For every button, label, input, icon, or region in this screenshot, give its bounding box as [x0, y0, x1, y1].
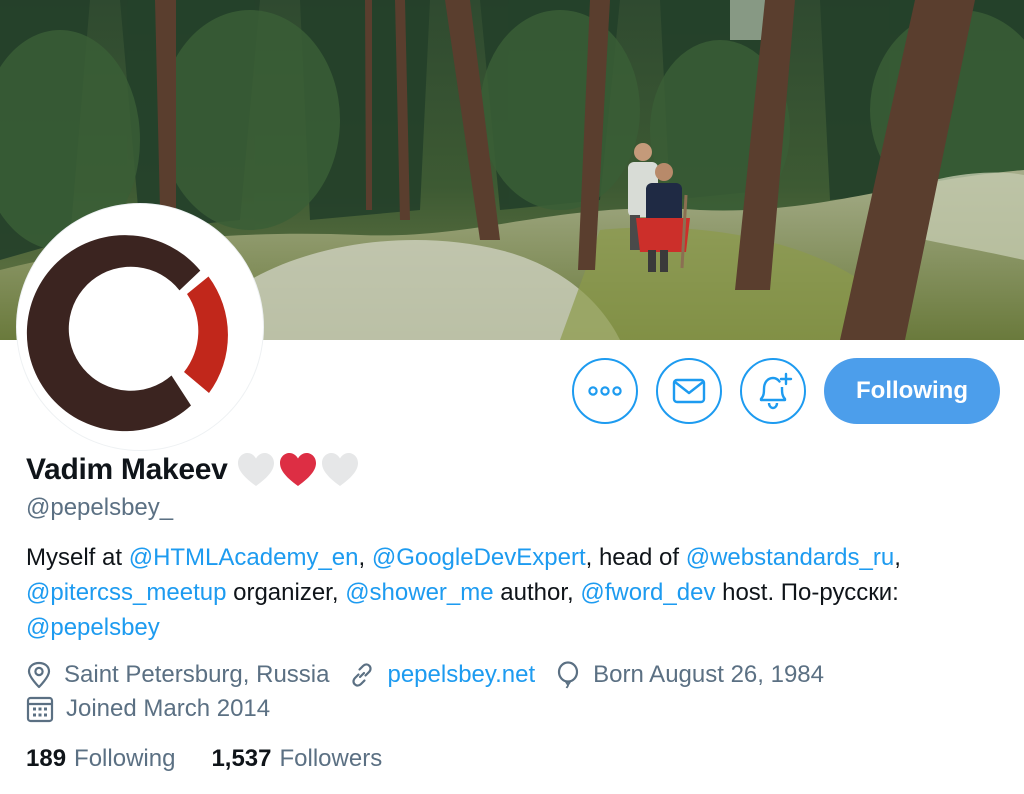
profile-bio: Myself at @HTMLAcademy_en, @GoogleDevExp…	[26, 540, 1006, 645]
more-button[interactable]	[572, 358, 638, 424]
following-count: 189	[26, 745, 67, 772]
mail-icon	[672, 378, 706, 404]
name-emoji	[236, 451, 360, 489]
mention-link[interactable]: @webstandards_ru	[686, 544, 894, 571]
profile-meta-joined: Joined March 2014	[26, 692, 290, 726]
birthday-text: Born August 26, 1984	[593, 661, 824, 688]
website-item[interactable]: pepelsbey.net	[349, 661, 535, 689]
mention-link[interactable]: @pitercss_meetup	[26, 579, 226, 606]
more-horizontal-icon	[588, 386, 622, 396]
bio-text: , head of	[585, 544, 686, 571]
bio-text: organizer,	[226, 579, 346, 606]
link-icon	[352, 663, 373, 687]
message-button[interactable]	[656, 358, 722, 424]
bio-text: ,	[894, 544, 901, 571]
red-heart-icon	[279, 453, 316, 486]
location-pin-icon	[27, 661, 51, 689]
balloon-icon	[558, 661, 579, 689]
joined-text: Joined March 2014	[66, 695, 271, 722]
display-name: Vadim Makeev	[26, 453, 228, 486]
mention-link[interactable]: @GoogleDevExpert	[372, 544, 586, 571]
calendar-icon	[26, 696, 54, 723]
bio-text: ,	[358, 544, 372, 571]
profile-handle: @pepelsbey_	[26, 494, 174, 521]
mention-link[interactable]: @HTMLAcademy_en	[129, 544, 359, 571]
profile-name-row: Vadim Makeev	[26, 450, 360, 490]
white-heart-icon	[237, 453, 274, 486]
birthday-item: Born August 26, 1984	[555, 661, 824, 689]
bell-plus-icon	[759, 372, 793, 410]
mention-link[interactable]: @pepelsbey	[26, 614, 160, 641]
following-stat[interactable]: 189 Following	[26, 745, 175, 773]
joined-item: Joined March 2014	[26, 695, 270, 723]
bio-text: author,	[493, 579, 581, 606]
followers-label: Followers	[279, 745, 383, 772]
logo-avatar	[26, 235, 228, 432]
mention-link[interactable]: @fword_dev	[580, 579, 715, 606]
notifications-button[interactable]	[740, 358, 806, 424]
profile-stats: 189 Following 1,537 Followers	[26, 742, 418, 776]
white-heart-icon	[321, 453, 358, 486]
following-label: Following	[74, 745, 176, 772]
website-link[interactable]: pepelsbey.net	[387, 661, 535, 689]
following-button[interactable]: Following	[824, 358, 1000, 424]
followers-count: 1,537	[211, 745, 272, 772]
location-item: Saint Petersburg, Russia	[26, 661, 329, 689]
location-text: Saint Petersburg, Russia	[64, 661, 330, 688]
followers-stat[interactable]: 1,537 Followers	[211, 745, 382, 773]
avatar[interactable]	[17, 204, 263, 450]
bio-text: host. По-русски:	[715, 579, 899, 606]
profile-meta: Saint Petersburg, Russia pepelsbey.net B…	[26, 658, 844, 692]
mention-link[interactable]: @shower_me	[345, 579, 493, 606]
bio-text: Myself at	[26, 544, 129, 571]
